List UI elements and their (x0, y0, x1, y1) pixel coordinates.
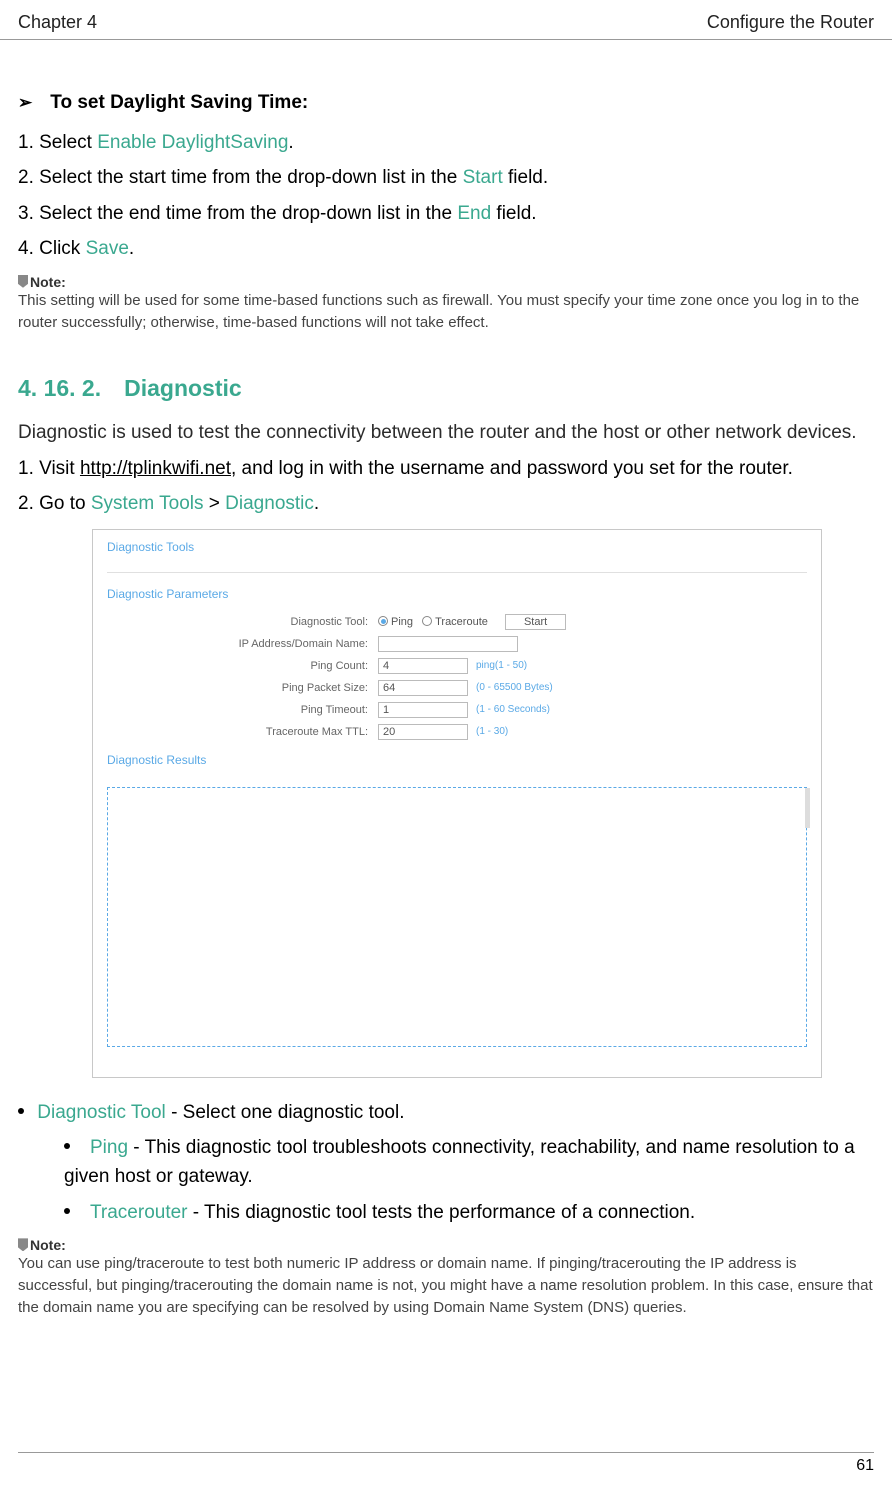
note-label-1: Note: (18, 274, 874, 290)
bullet-icon (18, 1108, 24, 1114)
ip-input[interactable] (378, 636, 518, 652)
page-header: Chapter 4 Configure the Router (0, 0, 892, 40)
bullet-icon (64, 1208, 70, 1214)
diagnostic-menu-text: Diagnostic (225, 493, 314, 514)
ttl-label: Traceroute Max TTL: (93, 726, 378, 738)
step-2: 2. Select the start time from the drop-d… (18, 163, 874, 192)
save-text: Save (86, 238, 129, 259)
radio-trace-label: Traceroute (435, 616, 488, 628)
radio-ping-label: Ping (391, 616, 413, 628)
enable-daylight-text: Enable DaylightSaving (97, 132, 288, 153)
diag-step-2: 2. Go to System Tools > Diagnostic. (18, 489, 874, 518)
header-title: Configure the Router (707, 12, 874, 33)
shot-params-label: Diagnostic Parameters (93, 587, 821, 611)
end-field-text: End (457, 203, 491, 224)
start-button[interactable]: Start (505, 614, 566, 630)
ip-label: IP Address/Domain Name: (93, 638, 378, 650)
diagnostic-intro: Diagnostic is used to test the connectiv… (18, 418, 874, 447)
row-ip: IP Address/Domain Name: (93, 633, 821, 655)
packet-input[interactable]: 64 (378, 680, 468, 696)
shot-title: Diagnostic Tools (93, 530, 821, 572)
ping-count-hint: ping(1 - 50) (476, 660, 527, 671)
results-label: Diagnostic Results (93, 753, 821, 777)
ttl-hint: (1 - 30) (476, 726, 508, 737)
note-label-2: Note: (18, 1237, 874, 1253)
packet-hint: (0 - 65500 Bytes) (476, 682, 553, 693)
diagnostic-heading: 4. 16. 2. Diagnostic (18, 375, 874, 402)
row-timeout: Ping Timeout: 1 (1 - 60 Seconds) (93, 699, 821, 721)
sub-bullet-ping: Ping - This diagnostic tool troubleshoot… (18, 1133, 874, 1192)
page-footer: 61 (18, 1452, 874, 1475)
bookmark-icon (18, 1238, 28, 1251)
section-dst-heading: ➢ To set Daylight Saving Time: (18, 92, 874, 114)
row-ttl: Traceroute Max TTL: 20 (1 - 30) (93, 721, 821, 743)
row-ping-count: Ping Count: 4 ping(1 - 50) (93, 655, 821, 677)
timeout-label: Ping Timeout: (93, 704, 378, 716)
timeout-hint: (1 - 60 Seconds) (476, 704, 550, 715)
ping-count-input[interactable]: 4 (378, 658, 468, 674)
diag-step-1: 1. Visit http://tplinkwifi.net, and log … (18, 454, 874, 483)
note-text-1: This setting will be used for some time-… (18, 290, 874, 334)
page-number: 61 (856, 1457, 874, 1474)
step-4: 4. Click Save. (18, 234, 874, 263)
row-packet: Ping Packet Size: 64 (0 - 65500 Bytes) (93, 677, 821, 699)
content-area: ➢ To set Daylight Saving Time: 1. Select … (0, 40, 892, 1319)
bookmark-icon (18, 275, 28, 288)
tplink-url[interactable]: http://tplinkwifi.net (80, 458, 231, 479)
packet-label: Ping Packet Size: (93, 682, 378, 694)
tool-label: Diagnostic Tool: (93, 616, 378, 628)
diagnostic-screenshot: Diagnostic Tools Diagnostic Parameters D… (92, 529, 822, 1078)
ping-term: Ping (90, 1137, 128, 1158)
ttl-input[interactable]: 20 (378, 724, 468, 740)
dst-heading-text: To set Daylight Saving Time: (50, 92, 308, 113)
radio-ping[interactable] (378, 616, 388, 626)
step-1: 1. Select Enable DaylightSaving. (18, 128, 874, 157)
bullet-icon (64, 1143, 70, 1149)
bullet-diagnostic-tool: Diagnostic Tool - Select one diagnostic … (18, 1098, 874, 1127)
step-3: 3. Select the end time from the drop-dow… (18, 199, 874, 228)
chapter-label: Chapter 4 (18, 12, 97, 33)
sub-bullet-traceroute: Tracerouter - This diagnostic tool tests… (18, 1198, 874, 1227)
screenshot-container: Diagnostic Tools Diagnostic Parameters D… (92, 529, 822, 1078)
timeout-input[interactable]: 1 (378, 702, 468, 718)
tracerouter-term: Tracerouter (90, 1202, 188, 1223)
arrow-icon: ➢ (18, 93, 32, 113)
results-box (107, 787, 807, 1047)
start-field-text: Start (463, 167, 503, 188)
ping-count-label: Ping Count: (93, 660, 378, 672)
radio-traceroute[interactable] (422, 616, 432, 626)
diag-tool-term: Diagnostic Tool (37, 1102, 166, 1123)
note-text-2: You can use ping/traceroute to test both… (18, 1253, 874, 1318)
system-tools-text: System Tools (91, 493, 204, 514)
row-tool: Diagnostic Tool: Ping Traceroute Start (93, 611, 821, 633)
